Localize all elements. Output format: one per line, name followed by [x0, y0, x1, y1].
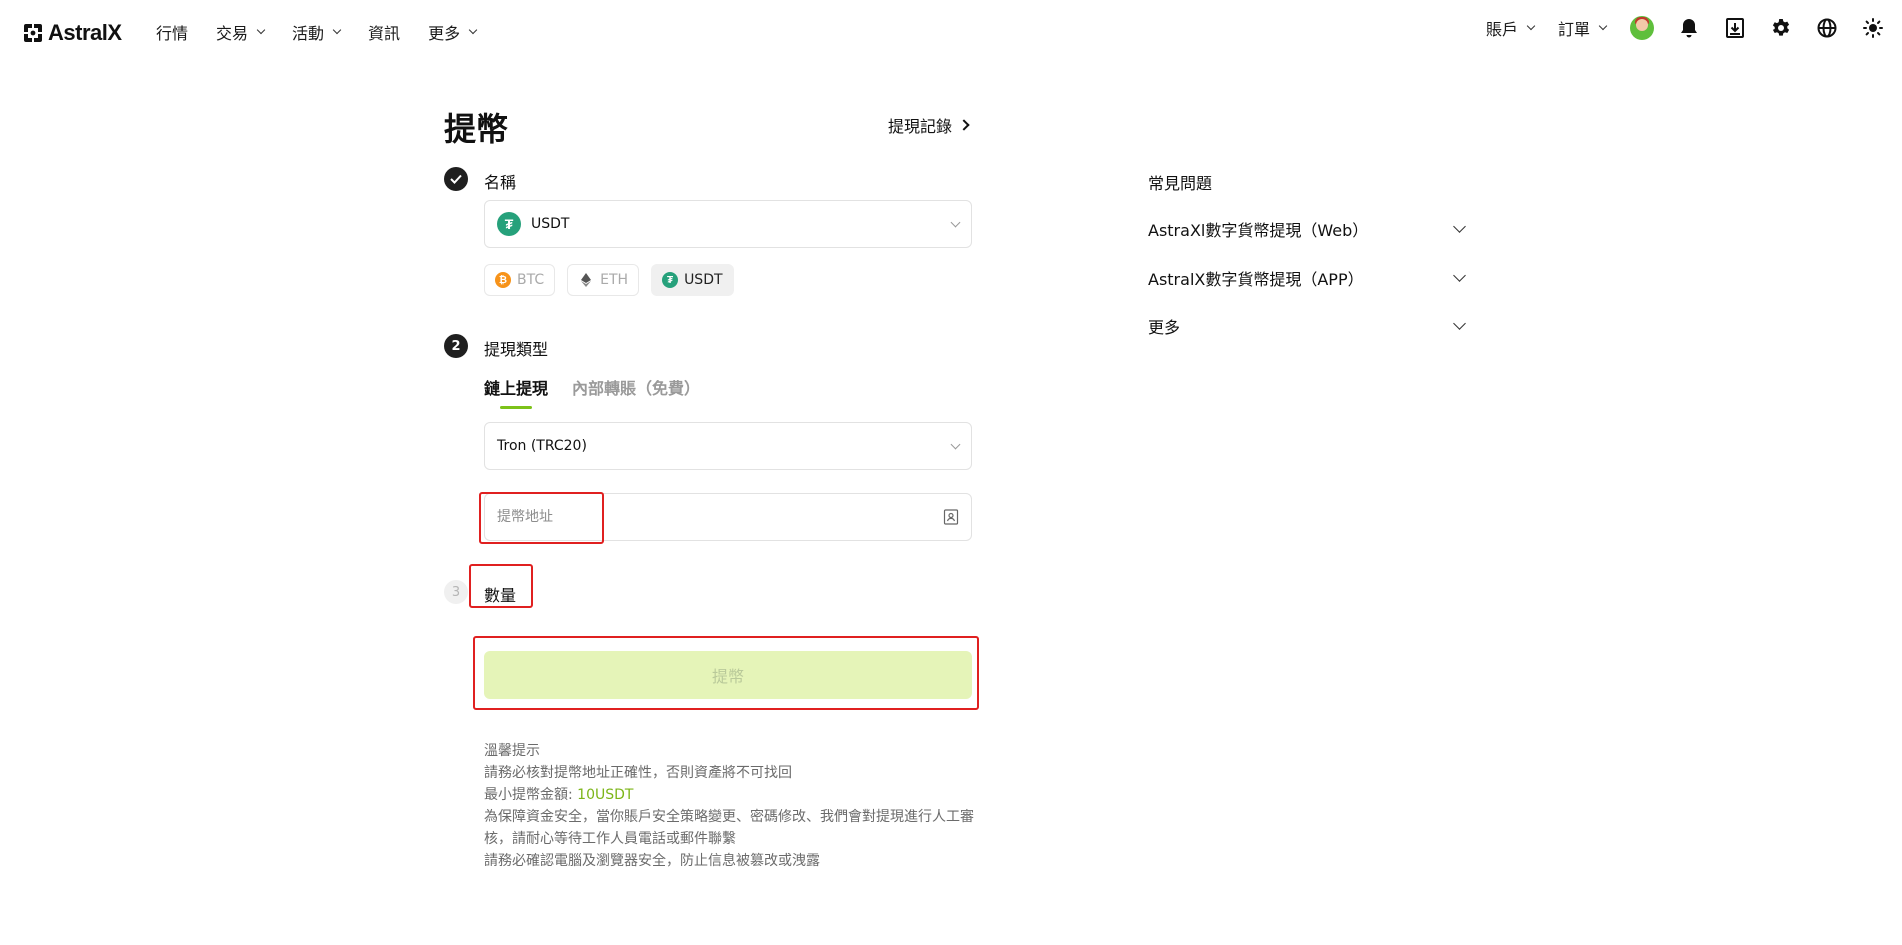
faq-item-app[interactable]: AstralX數字貨幣提現（APP）: [1148, 264, 1468, 292]
address-book-icon[interactable]: [943, 509, 959, 525]
nav-item-market[interactable]: 行情: [156, 20, 188, 44]
network-select-value: Tron (TRC20): [497, 438, 587, 454]
tips-min-label: 最小提幣金額:: [484, 787, 573, 803]
step-1-check-icon: [444, 167, 468, 191]
step-3-label: 數量: [484, 586, 517, 605]
faq-item-web[interactable]: AstraXl數字貨幣提現（Web）: [1148, 215, 1468, 243]
tips-line: 為保障資金安全，當你賬戶安全策略變更、密碼修改、我們會對提現進行人工審核，請耐心…: [484, 809, 974, 847]
faq-title: 常見問題: [1148, 174, 1213, 193]
bell-icon[interactable]: [1678, 17, 1700, 39]
chevron-right-icon: [958, 119, 970, 131]
tab-internal-transfer[interactable]: 內部轉賬（免費）: [572, 375, 700, 409]
tab-onchain-withdraw[interactable]: 鏈上提現: [484, 375, 548, 409]
chevron-down-icon: [950, 217, 961, 227]
step-2-label: 提現類型: [484, 340, 549, 359]
coin-chip-label: BTC: [517, 272, 545, 288]
step-1-label: 名稱: [484, 173, 517, 192]
tether-icon: ₮: [662, 272, 679, 288]
ethereum-icon: [578, 272, 594, 288]
chevron-down-icon: [256, 25, 266, 35]
chevron-down-icon: [1453, 268, 1466, 282]
astralx-logo-icon: [24, 24, 42, 42]
globe-icon[interactable]: [1816, 17, 1838, 39]
network-select[interactable]: Tron (TRC20): [484, 422, 972, 470]
nav-item-label: 行情: [156, 24, 189, 43]
orders-menu[interactable]: 訂單: [1557, 16, 1608, 40]
tips-min-amount: 最小提幣金額: 10USDT: [484, 784, 974, 806]
tether-icon: ₮: [497, 212, 521, 236]
coin-select-value: USDT: [531, 216, 570, 232]
tips-title: 溫馨提示: [484, 743, 540, 759]
brand-name: AstralX: [48, 20, 122, 45]
orders-menu-label: 訂單: [1557, 20, 1590, 39]
withdraw-submit-button[interactable]: 提幣: [484, 651, 972, 699]
coin-chip-label: USDT: [684, 272, 723, 288]
nav-item-news[interactable]: 資訊: [368, 20, 400, 44]
tips-min-value: 10USDT: [577, 787, 634, 803]
step-3-number: 3: [444, 580, 468, 604]
top-navigation-bar: AstralX 行情 交易 活動 資訊 更多 賬戶 訂單: [0, 0, 1902, 64]
sun-icon[interactable]: [1862, 17, 1884, 39]
gear-icon[interactable]: [1770, 17, 1792, 39]
quick-coin-chips: ₿ BTC ETH ₮ USDT: [484, 264, 734, 296]
chevron-down-icon: [1453, 219, 1466, 233]
withdraw-history-link[interactable]: 提現記錄: [888, 113, 970, 137]
faq-item-label: AstraXl數字貨幣提現（Web）: [1148, 221, 1369, 240]
avatar[interactable]: [1630, 16, 1654, 40]
main-nav: 行情 交易 活動 資訊 更多: [156, 20, 478, 44]
step-2-number: 2: [444, 334, 468, 358]
chevron-down-icon: [332, 25, 342, 35]
coin-chip-usdt[interactable]: ₮ USDT: [651, 264, 734, 296]
faq-item-label: 更多: [1148, 318, 1181, 337]
bitcoin-icon: ₿: [495, 272, 511, 288]
tips-line: 請務必確認電腦及瀏覽器安全，防止信息被篡改或洩露: [484, 853, 820, 869]
chevron-down-icon: [950, 439, 961, 449]
account-menu[interactable]: 賬戶: [1485, 16, 1536, 40]
coin-chip-btc[interactable]: ₿ BTC: [484, 264, 556, 296]
download-icon[interactable]: [1724, 17, 1746, 39]
tips-line: 請務必核對提幣地址正確性，否則資產將不可找回: [484, 765, 792, 781]
nav-item-activities[interactable]: 活動: [292, 20, 342, 44]
coin-chip-label: ETH: [600, 272, 629, 288]
faq-item-label: AstralX數字貨幣提現（APP）: [1148, 270, 1364, 289]
withdraw-address-input[interactable]: [497, 509, 943, 525]
nav-item-more[interactable]: 更多: [428, 20, 478, 44]
withdraw-history-label: 提現記錄: [888, 117, 953, 136]
nav-item-label: 活動: [292, 24, 325, 43]
coin-select[interactable]: ₮ USDT: [484, 200, 972, 248]
chevron-down-icon: [1598, 21, 1608, 31]
nav-item-label: 更多: [428, 24, 461, 43]
user-nav: 賬戶 訂單: [1486, 16, 1884, 40]
withdraw-address-field: [484, 493, 972, 541]
nav-item-label: 交易: [216, 24, 249, 43]
faq-item-more[interactable]: 更多: [1148, 312, 1468, 340]
page-title: 提幣: [444, 110, 509, 148]
chevron-down-icon: [468, 25, 478, 35]
withdraw-tips: 溫馨提示 請務必核對提幣地址正確性，否則資產將不可找回 最小提幣金額: 10US…: [484, 740, 974, 872]
account-menu-label: 賬戶: [1485, 20, 1518, 39]
chevron-down-icon: [1526, 21, 1536, 31]
chevron-down-icon: [1453, 316, 1466, 330]
brand-logo[interactable]: AstralX: [22, 20, 122, 46]
coin-chip-eth[interactable]: ETH: [567, 264, 640, 296]
withdraw-type-tabs: 鏈上提現 內部轉賬（免費）: [484, 375, 700, 409]
nav-item-label: 資訊: [368, 24, 401, 43]
nav-item-trade[interactable]: 交易: [216, 20, 266, 44]
